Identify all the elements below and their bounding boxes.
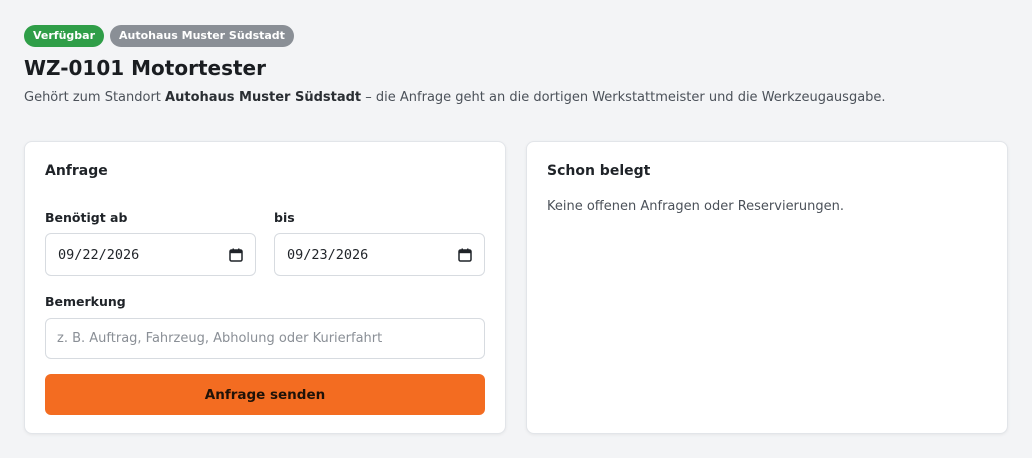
- submit-request-button[interactable]: Anfrage senden: [45, 374, 485, 415]
- subtitle-suffix: – die Anfrage geht an die dortigen Werks…: [361, 90, 886, 105]
- to-date-value: 09/23/2026: [287, 246, 369, 263]
- badge-row: Verfügbar Autohaus Muster Südstadt: [24, 25, 294, 47]
- occupied-heading: Schon belegt: [547, 163, 651, 179]
- to-date-input[interactable]: 09/23/2026: [274, 233, 485, 276]
- note-label: Bemerkung: [45, 294, 126, 309]
- to-date-label: bis: [274, 210, 295, 225]
- from-date-value: 09/22/2026: [58, 246, 140, 263]
- status-badge: Verfügbar: [24, 25, 105, 47]
- subtitle-location: Autohaus Muster Südstadt: [165, 90, 362, 105]
- occupied-empty-text: Keine offenen Anfragen oder Reservierung…: [547, 199, 845, 214]
- note-input[interactable]: [45, 318, 485, 359]
- page-title: WZ-0101 Motortester: [24, 56, 266, 80]
- from-date-input[interactable]: 09/22/2026: [45, 233, 256, 276]
- calendar-icon[interactable]: [458, 248, 472, 262]
- request-heading: Anfrage: [45, 163, 108, 179]
- location-badge: Autohaus Muster Südstadt: [110, 25, 294, 47]
- occupied-card: Schon belegt Keine offenen Anfragen oder…: [526, 141, 1008, 434]
- from-date-label: Benötigt ab: [45, 210, 128, 225]
- calendar-icon[interactable]: [229, 248, 243, 262]
- request-card: Anfrage Benötigt ab 09/22/2026 bis 09/23…: [24, 141, 506, 434]
- subtitle-prefix: Gehört zum Standort: [24, 90, 166, 105]
- page-subtitle: Gehört zum Standort Autohaus Muster Süds…: [24, 90, 886, 105]
